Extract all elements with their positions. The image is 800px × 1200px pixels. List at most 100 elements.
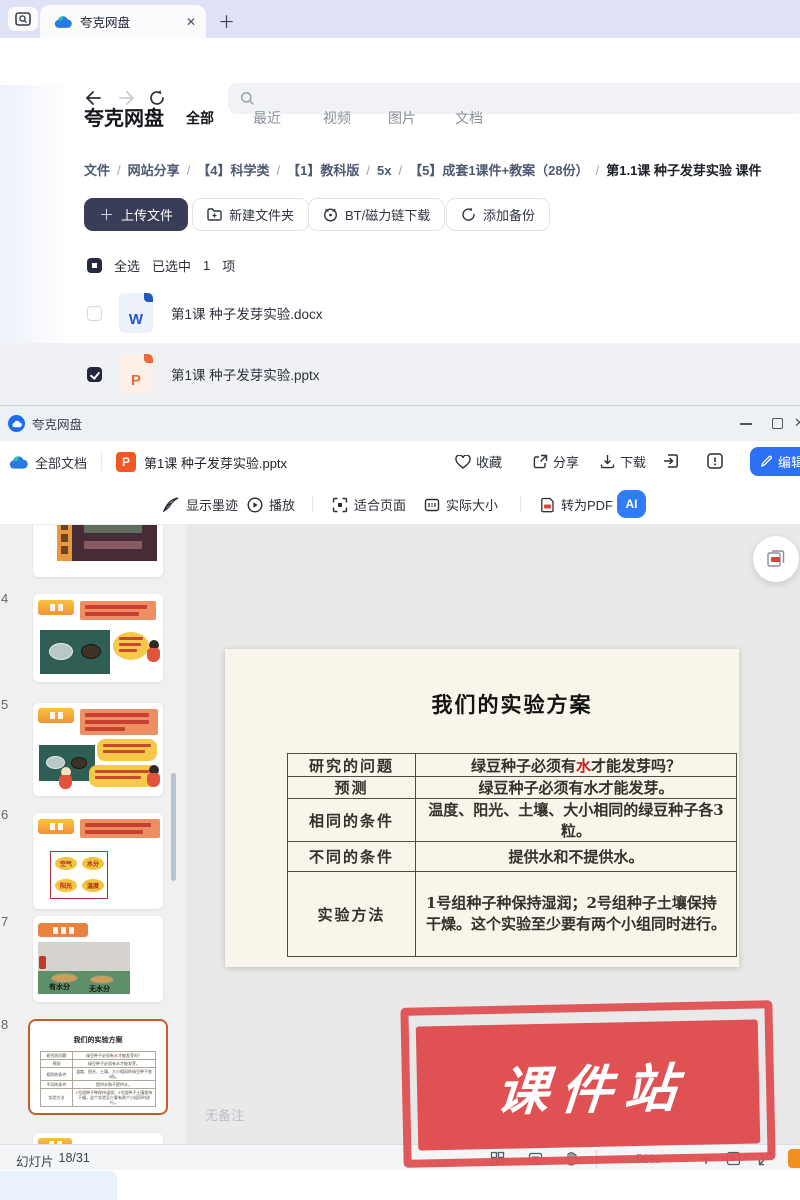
breadcrumb: 文件/网站分享/【4】科学类/【1】教科版/5x/【5】成套1课件+教案（28份… [84,160,800,180]
condition-bubble: 温度 [82,879,104,892]
ai-label: AI [626,497,638,511]
new-folder-button[interactable]: 新建文件夹 [192,198,309,231]
new-folder-label: 新建文件夹 [229,205,294,224]
open-file-name: 第1课 种子发芽实验.pptx [144,453,287,472]
breadcrumb-item[interactable]: 文件 [84,163,110,178]
file-checkbox-checked[interactable] [87,367,102,382]
window-title: 夸克网盘 [32,414,82,433]
slide-thumbnail-panel: 4 5 6 7 8 [0,525,186,1144]
maximize-button[interactable] [772,418,783,429]
word-letter: W [129,311,143,328]
bt-magnet-download-button[interactable]: BT/磁力链下载 [308,198,445,231]
download-icon [600,454,615,469]
breadcrumb-item[interactable]: 【1】教科版 [287,163,359,178]
play-button[interactable]: 播放 [247,495,295,514]
slide-thumbnail[interactable]: 有水分 无水分 [33,916,163,1002]
thumb-textbox [80,819,160,838]
file-row-docx[interactable]: W 第1课 种子发芽实验.docx [0,284,800,342]
download-button[interactable]: 下载 [600,452,646,471]
slide-thumbnail[interactable] [33,703,163,796]
tab-doc[interactable]: 文档 [455,108,483,128]
browser-nav-bar [0,38,800,85]
share-button[interactable]: 分享 [533,452,579,471]
tab-close-icon[interactable]: ✕ [186,15,196,29]
close-button[interactable]: ✕ [794,415,800,431]
thumb-textbox [80,709,158,735]
heart-icon [455,455,471,469]
selected-label: 已选中 [152,256,191,275]
ai-assistant-button[interactable]: AI [617,490,646,518]
tab-all[interactable]: 全部 [186,108,214,128]
stamp-text: 课件站 [484,1045,692,1124]
convert-pdf-button[interactable]: 转为PDF [540,495,613,514]
viewer-toolbar: 全部文档 P 第1课 种子发芽实验.pptx 收藏 分享 [0,441,800,483]
bottom-strip [0,1170,800,1200]
play-label: 播放 [269,495,295,514]
file-name[interactable]: 第1课 种子发芽实验.pptx [171,364,320,384]
thumb-photo [40,630,110,674]
divider [101,453,102,471]
table-row-content: 温度、阳光、土壤、大小相同的绿豆种子各3粒。 [416,799,737,842]
favorite-button[interactable]: 收藏 [455,452,502,471]
photo-label: 无水分 [89,984,110,994]
browser-tab[interactable]: 夸克网盘 ✕ [40,5,206,38]
actual-size-label: 实际大小 [446,495,498,514]
condition-bubble: 空气 [55,857,77,870]
share-label: 分享 [553,452,579,471]
thumb-badge [38,708,74,723]
select-all-label[interactable]: 全选 [114,256,140,275]
edit-button[interactable]: 编辑 [750,447,800,476]
file-name[interactable]: 第1课 种子发芽实验.docx [171,303,323,323]
tab-recent[interactable]: 最近 [253,108,281,128]
magnet-icon [323,207,338,222]
screen: 夸克网盘 ✕ ＋ 夸克网盘 全部 最近 视频 图片 文档 文件/网站分享/【4】… [0,0,800,1200]
feedback-button[interactable] [706,452,724,470]
mini-slide-table: 研究的问题 绿豆种子必须有水才能发芽吗？ 预测绿豆种子必须有水才能发芽。 相同的… [40,1051,156,1107]
slide-thumbnail[interactable]: 空气 水分 阳光 温度 [33,813,163,909]
page-title: 夸克网盘 [84,102,164,131]
all-docs-button[interactable]: 全部文档 [35,453,87,472]
slide-thumbnail-selected[interactable]: 我们的实验方案 研究的问题 绿豆种子必须有水才能发芽吗？ 预测绿豆种子必须有水才… [28,1019,168,1115]
tab-title: 夸克网盘 [80,12,178,31]
pdf-convert-float-button[interactable] [753,536,799,582]
table-row-label: 不同的条件 [288,842,416,872]
slide-thumbnail[interactable] [33,594,163,682]
thumb-bubble [97,739,157,761]
breadcrumb-item[interactable]: 【5】成套1课件+教案（28份） [409,163,589,178]
slide-position-value: 18/31 [59,1151,90,1170]
add-backup-button[interactable]: 添加备份 [446,198,550,231]
actual-size-button[interactable]: 实际大小 [424,495,498,514]
thumb-badge [38,600,74,615]
convert-pdf-label: 转为PDF [561,495,613,514]
search-input[interactable] [228,83,800,114]
slide-thumbnail[interactable] [33,1133,163,1144]
file-row-pptx[interactable]: P 第1课 种子发芽实验.pptx [0,343,800,405]
breadcrumb-sep: / [366,163,370,178]
minimize-button[interactable] [740,423,752,425]
select-all-checkbox[interactable] [87,258,102,273]
slide-number: 5 [1,697,8,712]
upload-file-button[interactable]: ＋ 上传文件 [84,198,188,231]
slide-thumbnail[interactable] [33,525,163,577]
breadcrumb-item[interactable]: 【4】科学类 [197,163,269,178]
sidebar-scrollbar[interactable] [171,773,176,881]
corner-action-button[interactable] [788,1149,800,1168]
table-row-content: 绿豆种子必须有水才能发芽。 [416,777,737,799]
thumb-badge [38,923,88,937]
share-icon [533,454,548,469]
fit-page-label: 适合页面 [354,495,406,514]
browser-sidebar-button[interactable] [8,7,38,31]
fit-page-button[interactable]: 适合页面 [332,495,406,514]
tab-image[interactable]: 图片 [388,108,416,128]
breadcrumb-item[interactable]: 网站分享 [128,163,180,178]
save-to-drive-button[interactable] [662,452,680,470]
stamp-fill: 课件站 [416,1019,761,1150]
no-notes-text: 无备注 [205,1105,244,1124]
show-ink-button[interactable]: 显示墨迹 [163,495,238,514]
new-tab-button[interactable]: ＋ [218,8,235,33]
file-checkbox[interactable] [87,306,102,321]
tab-video[interactable]: 视频 [323,108,351,128]
breadcrumb-item[interactable]: 5x [377,163,391,178]
thumb-textbox [80,601,156,620]
thumb-bubble [113,632,149,660]
